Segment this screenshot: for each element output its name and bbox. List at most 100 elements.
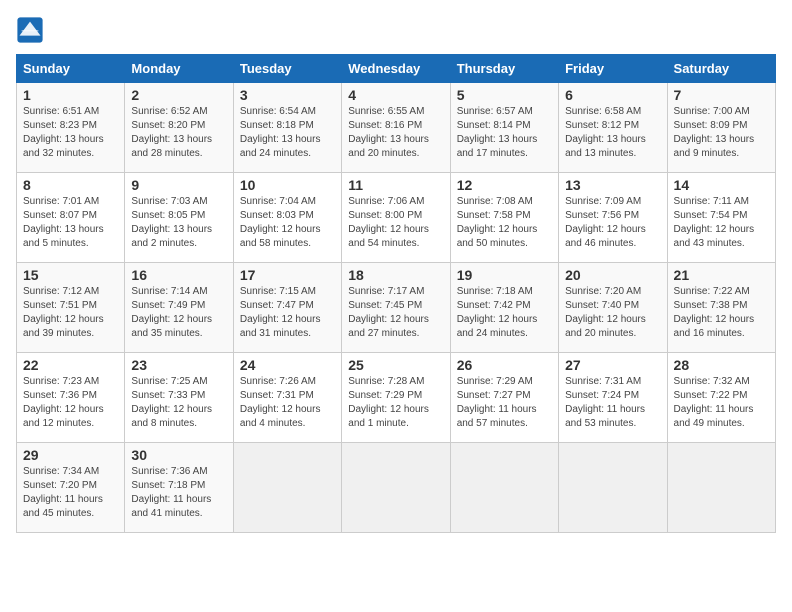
day-info: Sunrise: 7:11 AMSunset: 7:54 PMDaylight:… xyxy=(674,195,769,251)
calendar-day-cell: 16Sunrise: 7:14 AMSunset: 7:49 PMDayligh… xyxy=(125,263,233,353)
day-info: Sunrise: 7:28 AMSunset: 7:29 PMDaylight:… xyxy=(348,375,443,431)
day-number: 23 xyxy=(131,357,226,373)
logo xyxy=(16,16,48,44)
calendar-week-row: 8 Sunrise: 7:01 AMSunset: 8:07 PMDaylight… xyxy=(17,173,776,263)
calendar-day-cell: 14Sunrise: 7:11 AMSunset: 7:54 PMDayligh… xyxy=(667,173,775,263)
calendar-day-cell: 2Sunrise: 6:52 AMSunset: 8:20 PMDaylight… xyxy=(125,83,233,173)
day-info: Sunrise: 7:20 AMSunset: 7:40 PMDaylight:… xyxy=(565,285,660,341)
day-number: 11 xyxy=(348,177,443,193)
day-info: Sunrise: 6:58 AMSunset: 8:12 PMDaylight:… xyxy=(565,105,660,161)
calendar-day-cell xyxy=(450,443,558,533)
calendar-day-cell: 8 Sunrise: 7:01 AMSunset: 8:07 PMDaylight… xyxy=(17,173,125,263)
day-info: Sunrise: 7:32 AMSunset: 7:22 PMDaylight:… xyxy=(674,375,769,431)
day-info: Sunrise: 7:22 AMSunset: 7:38 PMDaylight:… xyxy=(674,285,769,341)
calendar-week-row: 22 Sunrise: 7:23 AMSunset: 7:36 PMDayligh… xyxy=(17,353,776,443)
day-number: 13 xyxy=(565,177,660,193)
day-number: 5 xyxy=(457,87,552,103)
calendar-day-cell: 26 Sunrise: 7:29 AMSunset: 7:27 PMDayligh… xyxy=(450,353,558,443)
weekday-header-wednesday: Wednesday xyxy=(342,55,450,83)
calendar-day-cell: 5 Sunrise: 6:57 AMSunset: 8:14 PMDaylight… xyxy=(450,83,558,173)
day-info: Sunrise: 7:29 AMSunset: 7:27 PMDaylight:… xyxy=(457,375,552,431)
day-number: 6 xyxy=(565,87,660,103)
day-info: Sunrise: 7:34 AMSunset: 7:20 PMDaylight:… xyxy=(23,465,118,521)
weekday-header-monday: Monday xyxy=(125,55,233,83)
day-info: Sunrise: 7:12 AMSunset: 7:51 PMDaylight:… xyxy=(23,285,118,341)
day-number: 19 xyxy=(457,267,552,283)
day-number: 27 xyxy=(565,357,660,373)
day-number: 18 xyxy=(348,267,443,283)
day-number: 10 xyxy=(240,177,335,193)
calendar-day-cell: 28 Sunrise: 7:32 AMSunset: 7:22 PMDayligh… xyxy=(667,353,775,443)
page-header xyxy=(16,16,776,44)
day-number: 20 xyxy=(565,267,660,283)
weekday-header-saturday: Saturday xyxy=(667,55,775,83)
calendar-day-cell: 25 Sunrise: 7:28 AMSunset: 7:29 PMDayligh… xyxy=(342,353,450,443)
logo-icon xyxy=(16,16,44,44)
day-info: Sunrise: 6:57 AMSunset: 8:14 PMDaylight:… xyxy=(457,105,552,161)
calendar-day-cell: 3 Sunrise: 6:54 AMSunset: 8:18 PMDaylight… xyxy=(233,83,341,173)
calendar-day-cell xyxy=(233,443,341,533)
calendar-day-cell: 4Sunrise: 6:55 AMSunset: 8:16 PMDaylight… xyxy=(342,83,450,173)
day-number: 17 xyxy=(240,267,335,283)
day-number: 28 xyxy=(674,357,769,373)
calendar-day-cell: 21 Sunrise: 7:22 AMSunset: 7:38 PMDayligh… xyxy=(667,263,775,353)
day-info: Sunrise: 7:23 AMSunset: 7:36 PMDaylight:… xyxy=(23,375,118,431)
weekday-header-thursday: Thursday xyxy=(450,55,558,83)
day-info: Sunrise: 7:25 AMSunset: 7:33 PMDaylight:… xyxy=(131,375,226,431)
day-number: 9 xyxy=(131,177,226,193)
day-info: Sunrise: 7:26 AMSunset: 7:31 PMDaylight:… xyxy=(240,375,335,431)
calendar-week-row: 15 Sunrise: 7:12 AMSunset: 7:51 PMDayligh… xyxy=(17,263,776,353)
calendar-day-cell: 19 Sunrise: 7:18 AMSunset: 7:42 PMDayligh… xyxy=(450,263,558,353)
calendar-day-cell: 11 Sunrise: 7:06 AMSunset: 8:00 PMDayligh… xyxy=(342,173,450,263)
day-number: 4 xyxy=(348,87,443,103)
day-number: 3 xyxy=(240,87,335,103)
calendar-day-cell: 18 Sunrise: 7:17 AMSunset: 7:45 PMDayligh… xyxy=(342,263,450,353)
day-info: Sunrise: 7:09 AMSunset: 7:56 PMDaylight:… xyxy=(565,195,660,251)
day-info: Sunrise: 6:52 AMSunset: 8:20 PMDaylight:… xyxy=(131,105,226,161)
day-number: 25 xyxy=(348,357,443,373)
day-number: 1 xyxy=(23,87,118,103)
calendar-day-cell xyxy=(559,443,667,533)
day-info: Sunrise: 7:14 AMSunset: 7:49 PMDaylight:… xyxy=(131,285,226,341)
day-info: Sunrise: 7:15 AMSunset: 7:47 PMDaylight:… xyxy=(240,285,335,341)
calendar-week-row: 29 Sunrise: 7:34 AMSunset: 7:20 PMDayligh… xyxy=(17,443,776,533)
day-info: Sunrise: 7:18 AMSunset: 7:42 PMDaylight:… xyxy=(457,285,552,341)
day-info: Sunrise: 7:36 AMSunset: 7:18 PMDaylight:… xyxy=(131,465,226,521)
day-number: 7 xyxy=(674,87,769,103)
day-number: 26 xyxy=(457,357,552,373)
calendar-day-cell: 23 Sunrise: 7:25 AMSunset: 7:33 PMDayligh… xyxy=(125,353,233,443)
day-info: Sunrise: 7:08 AMSunset: 7:58 PMDaylight:… xyxy=(457,195,552,251)
day-number: 15 xyxy=(23,267,118,283)
calendar-day-cell: 30 Sunrise: 7:36 AMSunset: 7:18 PMDayligh… xyxy=(125,443,233,533)
calendar-day-cell: 24Sunrise: 7:26 AMSunset: 7:31 PMDayligh… xyxy=(233,353,341,443)
day-info: Sunrise: 6:54 AMSunset: 8:18 PMDaylight:… xyxy=(240,105,335,161)
calendar-day-cell: 29 Sunrise: 7:34 AMSunset: 7:20 PMDayligh… xyxy=(17,443,125,533)
day-number: 8 xyxy=(23,177,118,193)
day-number: 21 xyxy=(674,267,769,283)
day-number: 22 xyxy=(23,357,118,373)
day-number: 12 xyxy=(457,177,552,193)
calendar-day-cell: 1Sunrise: 6:51 AMSunset: 8:23 PMDaylight… xyxy=(17,83,125,173)
calendar-day-cell: 22 Sunrise: 7:23 AMSunset: 7:36 PMDayligh… xyxy=(17,353,125,443)
calendar-day-cell: 13 Sunrise: 7:09 AMSunset: 7:56 PMDayligh… xyxy=(559,173,667,263)
calendar-day-cell: 15 Sunrise: 7:12 AMSunset: 7:51 PMDayligh… xyxy=(17,263,125,353)
calendar-day-cell: 17 Sunrise: 7:15 AMSunset: 7:47 PMDayligh… xyxy=(233,263,341,353)
weekday-header-friday: Friday xyxy=(559,55,667,83)
day-info: Sunrise: 7:04 AMSunset: 8:03 PMDaylight:… xyxy=(240,195,335,251)
calendar-day-cell: 6 Sunrise: 6:58 AMSunset: 8:12 PMDaylight… xyxy=(559,83,667,173)
calendar-day-cell: 7 Sunrise: 7:00 AMSunset: 8:09 PMDaylight… xyxy=(667,83,775,173)
day-number: 29 xyxy=(23,447,118,463)
weekday-header-tuesday: Tuesday xyxy=(233,55,341,83)
day-info: Sunrise: 7:03 AMSunset: 8:05 PMDaylight:… xyxy=(131,195,226,251)
calendar-day-cell: 12 Sunrise: 7:08 AMSunset: 7:58 PMDayligh… xyxy=(450,173,558,263)
day-number: 30 xyxy=(131,447,226,463)
day-info: Sunrise: 7:01 AMSunset: 8:07 PMDaylight:… xyxy=(23,195,118,251)
day-info: Sunrise: 7:06 AMSunset: 8:00 PMDaylight:… xyxy=(348,195,443,251)
day-info: Sunrise: 7:00 AMSunset: 8:09 PMDaylight:… xyxy=(674,105,769,161)
calendar-day-cell xyxy=(667,443,775,533)
calendar-day-cell: 20 Sunrise: 7:20 AMSunset: 7:40 PMDayligh… xyxy=(559,263,667,353)
day-info: Sunrise: 7:17 AMSunset: 7:45 PMDaylight:… xyxy=(348,285,443,341)
weekday-header-sunday: Sunday xyxy=(17,55,125,83)
calendar-day-cell: 9 Sunrise: 7:03 AMSunset: 8:05 PMDaylight… xyxy=(125,173,233,263)
calendar-week-row: 1Sunrise: 6:51 AMSunset: 8:23 PMDaylight… xyxy=(17,83,776,173)
